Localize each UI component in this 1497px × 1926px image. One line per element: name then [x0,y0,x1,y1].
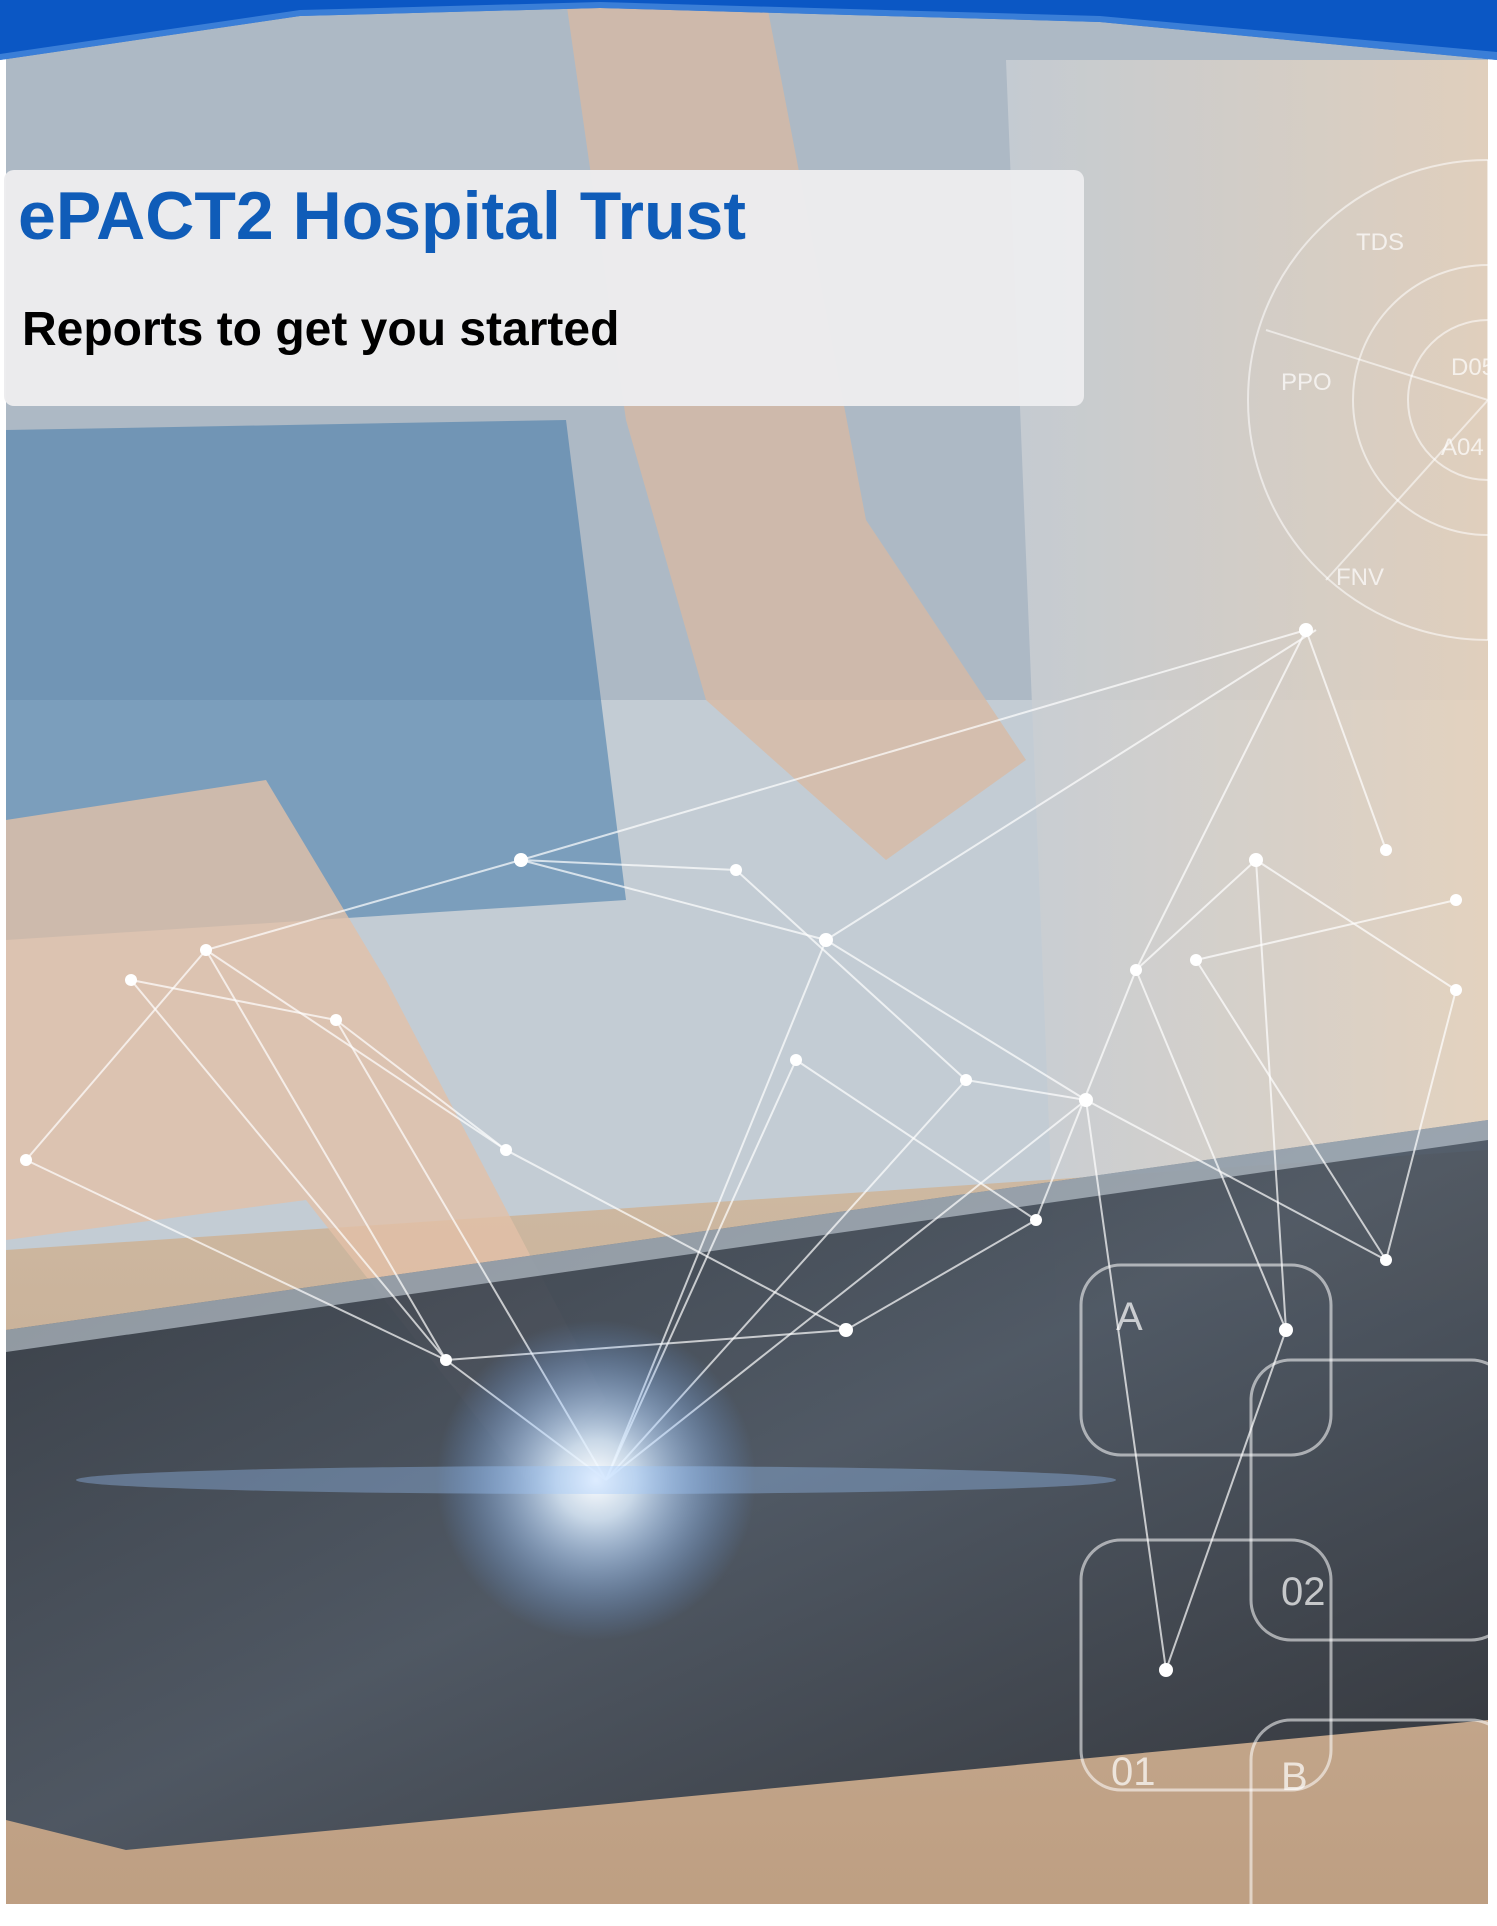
svg-text:A04: A04 [1441,434,1484,461]
svg-text:PPO: PPO [1281,369,1332,396]
top-blue-band [0,0,1497,60]
svg-text:FNV: FNV [1336,564,1384,591]
svg-text:A: A [1116,1295,1143,1339]
svg-text:TDS: TDS [1356,229,1404,256]
svg-text:01: 01 [1111,1750,1156,1794]
bottom-margin [0,1904,1497,1926]
blue-wave-icon [0,0,1497,60]
document-subtitle: Reports to get you started [22,303,620,356]
document-title: ePACT2 Hospital Trust [18,178,746,254]
svg-text:02: 02 [1281,1570,1326,1614]
svg-text:B: B [1281,1755,1308,1799]
svg-text:D05: D05 [1451,354,1488,381]
cover-page: TDS PPO D05 A04 FNV A 02 01 B [0,0,1497,1926]
